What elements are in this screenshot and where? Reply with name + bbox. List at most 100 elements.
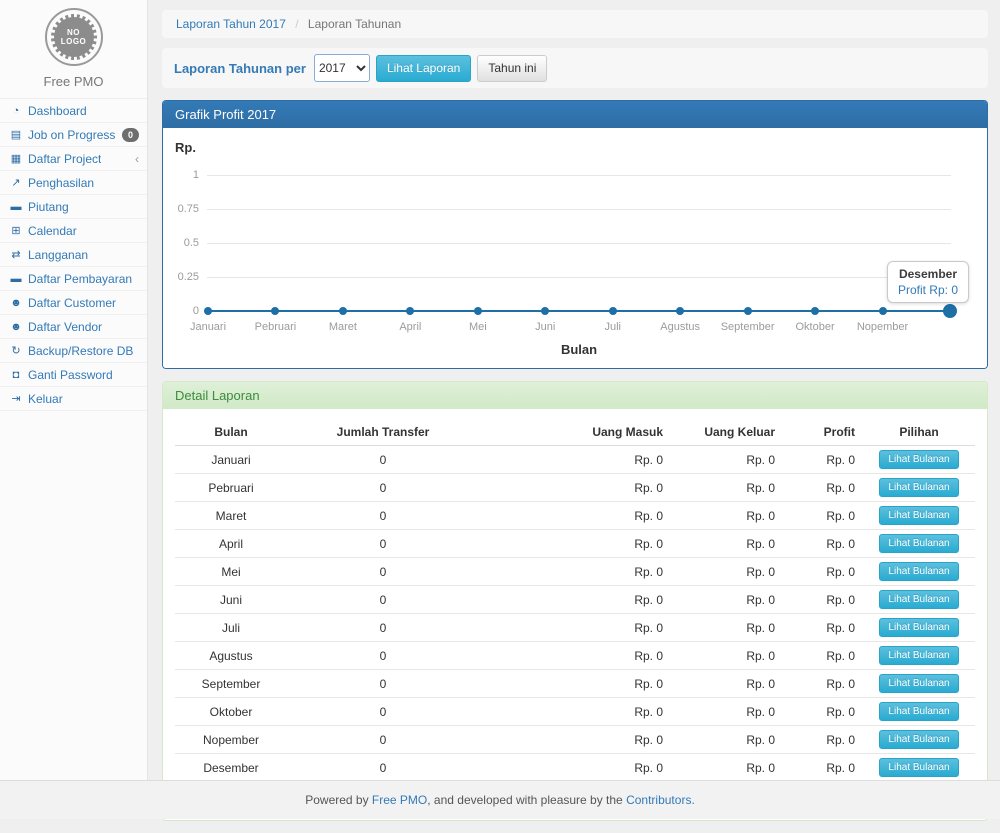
data-point-nopember[interactable] <box>879 307 887 315</box>
cell-uang-keluar: Rp. 0 <box>671 698 783 726</box>
sidebar-item-dashboard[interactable]: ◔Dashboard <box>0 99 147 123</box>
data-point-juli[interactable] <box>609 307 617 315</box>
cell-pilihan: Lihat Bulanan <box>863 642 975 670</box>
cell-bulan: Desember <box>175 754 287 782</box>
view-monthly-button-maret[interactable]: Lihat Bulanan <box>879 506 958 525</box>
y-tick-label: 1 <box>163 169 199 181</box>
breadcrumb-link[interactable]: Laporan Tahun 2017 <box>176 17 286 31</box>
sidebar-item-keluar[interactable]: ⇥Keluar <box>0 387 147 411</box>
view-monthly-button-mei[interactable]: Lihat Bulanan <box>879 562 958 581</box>
data-point-april[interactable] <box>406 307 414 315</box>
sidebar: NO LOGO Free PMO ◔Dashboard▤Job on Progr… <box>0 0 148 780</box>
cell-pilihan: Lihat Bulanan <box>863 670 975 698</box>
gridline <box>207 175 951 176</box>
table-row-oktober: Oktober0Rp. 0Rp. 0Rp. 0Lihat Bulanan <box>175 698 975 726</box>
cell-uang-keluar: Rp. 0 <box>671 530 783 558</box>
sidebar-item-daftar-project[interactable]: ▦Daftar Project‹ <box>0 147 147 171</box>
cell-jumlah-transfer: 0 <box>287 558 479 586</box>
cell-bulan: Juni <box>175 586 287 614</box>
sidebar-item-ganti-password[interactable]: ◘Ganti Password <box>0 363 147 387</box>
report-filter-bar: Laporan Tahunan per 2017 Lihat Laporan T… <box>162 48 988 88</box>
table-row-januari: Januari0Rp. 0Rp. 0Rp. 0Lihat Bulanan <box>175 446 975 474</box>
view-monthly-button-juni[interactable]: Lihat Bulanan <box>879 590 958 609</box>
y-tick-label: 0.5 <box>163 237 199 249</box>
table-row-juli: Juli0Rp. 0Rp. 0Rp. 0Lihat Bulanan <box>175 614 975 642</box>
money-icon: ▬ <box>8 201 24 213</box>
year-select[interactable]: 2017 <box>314 54 370 82</box>
sidebar-item-job-on-progress[interactable]: ▤Job on Progress0 <box>0 123 147 147</box>
view-monthly-button-desember[interactable]: Lihat Bulanan <box>879 758 958 777</box>
cell-profit: Rp. 0 <box>783 558 863 586</box>
view-monthly-button-april[interactable]: Lihat Bulanan <box>879 534 958 553</box>
logo-text-line2: LOGO <box>61 37 87 46</box>
cell-profit: Rp. 0 <box>783 530 863 558</box>
cell-profit: Rp. 0 <box>783 726 863 754</box>
tooltip-value: Profit Rp: 0 <box>898 283 958 297</box>
job-count-badge: 0 <box>122 128 139 142</box>
cell-jumlah-transfer: 0 <box>287 586 479 614</box>
sidebar-item-daftar-vendor[interactable]: ☻Daftar Vendor <box>0 315 147 339</box>
sidebar-item-label: Daftar Vendor <box>28 320 102 334</box>
data-point-agustus[interactable] <box>676 307 684 315</box>
sidebar-item-calendar[interactable]: ⊞Calendar <box>0 219 147 243</box>
data-point-oktober[interactable] <box>811 307 819 315</box>
view-monthly-button-nopember[interactable]: Lihat Bulanan <box>879 730 958 749</box>
sidebar-item-backup-restore-db[interactable]: ↻Backup/Restore DB <box>0 339 147 363</box>
sidebar-item-label: Daftar Project <box>28 152 101 166</box>
view-monthly-button-juli[interactable]: Lihat Bulanan <box>879 618 958 637</box>
view-monthly-button-januari[interactable]: Lihat Bulanan <box>879 450 958 469</box>
sidebar-item-label: Keluar <box>28 392 63 406</box>
sidebar-item-piutang[interactable]: ▬Piutang <box>0 195 147 219</box>
data-point-september[interactable] <box>744 307 752 315</box>
cell-jumlah-transfer: 0 <box>287 726 479 754</box>
cell-bulan: Nopember <box>175 726 287 754</box>
table-row-nopember: Nopember0Rp. 0Rp. 0Rp. 0Lihat Bulanan <box>175 726 975 754</box>
cell-uang-keluar: Rp. 0 <box>671 642 783 670</box>
column-header-uang-keluar: Uang Keluar <box>671 419 783 446</box>
y-tick-label: 0.75 <box>163 203 199 215</box>
cell-pilihan: Lihat Bulanan <box>863 614 975 642</box>
data-point-maret[interactable] <box>339 307 347 315</box>
table-row-april: April0Rp. 0Rp. 0Rp. 0Lihat Bulanan <box>175 530 975 558</box>
cell-pilihan: Lihat Bulanan <box>863 558 975 586</box>
data-point-juni[interactable] <box>541 307 549 315</box>
cell-pilihan: Lihat Bulanan <box>863 502 975 530</box>
data-point-mei[interactable] <box>474 307 482 315</box>
cell-uang-keluar: Rp. 0 <box>671 754 783 782</box>
cell-pilihan: Lihat Bulanan <box>863 586 975 614</box>
calendar-icon: ⊞ <box>8 224 24 237</box>
sidebar-item-daftar-pembayaran[interactable]: ▬Daftar Pembayaran <box>0 267 147 291</box>
sidebar-item-daftar-customer[interactable]: ☻Daftar Customer <box>0 291 147 315</box>
table-row-pebruari: Pebruari0Rp. 0Rp. 0Rp. 0Lihat Bulanan <box>175 474 975 502</box>
this-year-button[interactable]: Tahun ini <box>477 55 547 82</box>
cell-profit: Rp. 0 <box>783 474 863 502</box>
cell-pilihan: Lihat Bulanan <box>863 474 975 502</box>
table-body: Januari0Rp. 0Rp. 0Rp. 0Lihat BulananPebr… <box>175 446 975 806</box>
brand-name: Free PMO <box>0 74 147 89</box>
cell-uang-masuk: Rp. 0 <box>479 642 671 670</box>
footer-link-freepmo[interactable]: Free PMO <box>372 793 427 807</box>
cell-bulan: Januari <box>175 446 287 474</box>
view-monthly-button-agustus[interactable]: Lihat Bulanan <box>879 646 958 665</box>
view-report-button[interactable]: Lihat Laporan <box>376 55 471 82</box>
view-monthly-button-september[interactable]: Lihat Bulanan <box>879 674 958 693</box>
view-monthly-button-pebruari[interactable]: Lihat Bulanan <box>879 478 958 497</box>
sidebar-item-label: Penghasilan <box>28 176 94 190</box>
cell-uang-keluar: Rp. 0 <box>671 558 783 586</box>
cell-profit: Rp. 0 <box>783 698 863 726</box>
cell-uang-keluar: Rp. 0 <box>671 446 783 474</box>
data-point-januari[interactable] <box>204 307 212 315</box>
table-row-agustus: Agustus0Rp. 0Rp. 0Rp. 0Lihat Bulanan <box>175 642 975 670</box>
sidebar-item-penghasilan[interactable]: ↗Penghasilan <box>0 171 147 195</box>
tooltip-title: Desember <box>898 267 958 281</box>
data-point-pebruari[interactable] <box>271 307 279 315</box>
cell-uang-masuk: Rp. 0 <box>479 502 671 530</box>
sidebar-item-label: Daftar Pembayaran <box>28 272 132 286</box>
dashboard-icon: ◔ <box>8 105 24 117</box>
data-point-desember[interactable] <box>943 304 957 318</box>
sidebar-item-label: Daftar Customer <box>28 296 116 310</box>
footer-link-contributors[interactable]: Contributors. <box>626 793 695 807</box>
view-monthly-button-oktober[interactable]: Lihat Bulanan <box>879 702 958 721</box>
sidebar-item-langganan[interactable]: ⇄Langganan <box>0 243 147 267</box>
y-tick-label: 0 <box>163 305 199 317</box>
